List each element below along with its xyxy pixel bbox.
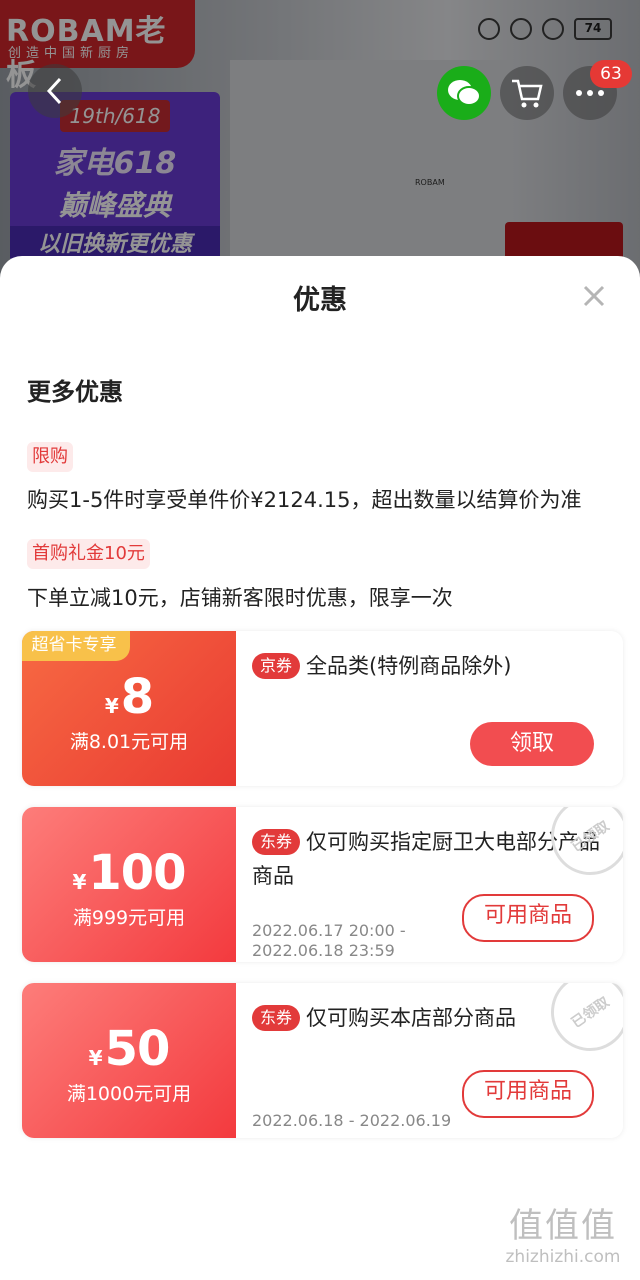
coupon-info: 京券 全品类(特例商品除外) 领取 xyxy=(252,649,612,784)
currency-symbol: ¥ xyxy=(72,870,87,894)
alarm-icon xyxy=(510,18,532,40)
coupon-amount: ¥8 xyxy=(22,669,236,725)
overlay-mask[interactable] xyxy=(0,0,640,300)
coupon-title: 全品类(特例商品除外) xyxy=(306,654,512,678)
headset-icon xyxy=(542,18,564,40)
coupon-card: ¥50 满1000元可用 东券 仅可购买本店部分商品 2022.06.18 - 2… xyxy=(22,983,623,1138)
coupon-title: 仅可购买指定厨卫大电部分产品商品 xyxy=(252,830,601,888)
limit-tag: 限购 xyxy=(27,442,73,472)
coupon-type-badge: 京券 xyxy=(252,653,301,679)
first-purchase-tag: 首购礼金10元 xyxy=(27,539,150,569)
coupon-condition: 满8.01元可用 xyxy=(69,731,189,753)
wechat-share-button[interactable] xyxy=(437,66,491,120)
watermark: 值值值 zhizhizhi.com xyxy=(488,1198,638,1267)
special-card-tag: 超省卡专享 xyxy=(22,631,130,661)
status-bar: 74 xyxy=(478,18,612,40)
currency-symbol: ¥ xyxy=(104,694,119,718)
coupon-condition: 满999元可用 xyxy=(72,907,186,929)
claim-coupon-button[interactable]: 领取 xyxy=(470,722,594,766)
available-products-button[interactable]: 可用商品 xyxy=(462,894,594,942)
coupon-type-badge: 东券 xyxy=(252,829,301,855)
back-button[interactable] xyxy=(28,64,82,118)
close-icon[interactable] xyxy=(580,282,608,310)
cart-icon xyxy=(512,79,543,108)
currency-symbol: ¥ xyxy=(88,1046,103,1070)
coupon-amount-value: 100 xyxy=(88,845,186,901)
battery-icon: 74 xyxy=(574,18,612,40)
first-purchase-description: 下单立减10元，店铺新客限时优惠，限享一次 xyxy=(27,586,453,610)
limit-description: 购买1-5件时享受单件价¥2124.15，超出数量以结算价为准 xyxy=(27,488,582,512)
coupon-value-panel: ¥50 满1000元可用 xyxy=(22,983,236,1138)
coupon-amount: ¥100 xyxy=(22,845,236,901)
coupon-type-badge: 东券 xyxy=(252,1005,301,1031)
sheet-title: 优惠 xyxy=(293,285,347,316)
cart-count-badge: 63 xyxy=(590,60,632,88)
coupon-amount-value: 8 xyxy=(120,669,154,725)
more-dots-icon xyxy=(576,90,604,96)
watermark-text: zhizhizhi.com xyxy=(505,1247,621,1267)
discount-sheet: 优惠 更多优惠 限购 购买1-5件时享受单件价¥2124.15，超出数量以结算价… xyxy=(0,256,640,1280)
coupon-validity-date: 2022.06.18 - 2022.06.19 xyxy=(252,1111,452,1130)
coupon-card: ¥100 满999元可用 东券 仅可购买指定厨卫大电部分产品商品 2022.06.… xyxy=(22,807,623,962)
available-products-button[interactable]: 可用商品 xyxy=(462,1070,594,1118)
wechat-icon xyxy=(448,80,481,106)
chevron-left-icon xyxy=(46,77,62,105)
cart-button[interactable] xyxy=(500,66,554,120)
coupon-validity-date: 2022.06.17 20:00 - 2022.06.18 23:59 xyxy=(252,921,406,960)
coupon-amount: ¥50 xyxy=(22,1021,236,1077)
coupon-title: 仅可购买本店部分商品 xyxy=(306,1006,517,1030)
coupon-value-panel: ¥100 满999元可用 xyxy=(22,807,236,962)
section-title: 更多优惠 xyxy=(27,378,123,406)
coupon-condition: 满1000元可用 xyxy=(66,1083,192,1105)
mute-icon xyxy=(478,18,500,40)
coupon-card: ¥8 满8.01元可用 超省卡专享 京券 全品类(特例商品除外) 领取 xyxy=(22,631,623,786)
watermark-logo: 值值值 xyxy=(509,1206,617,1246)
coupon-amount-value: 50 xyxy=(104,1021,171,1077)
